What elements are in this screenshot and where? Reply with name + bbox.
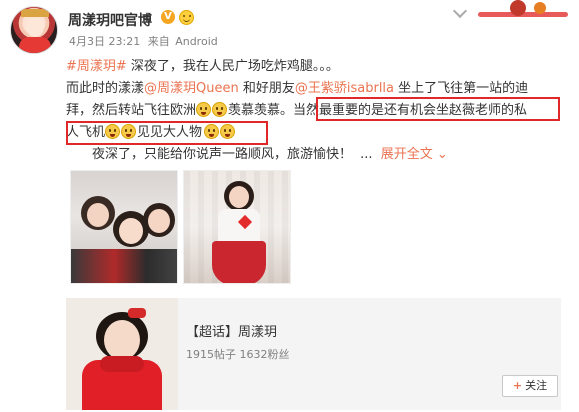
verified-badge-icon: V (161, 10, 175, 24)
emoji-icon (212, 102, 228, 117)
hashtag-link[interactable]: #周漾玥# (66, 59, 127, 74)
card-thumbnail[interactable] (66, 298, 178, 410)
highlight-box (66, 121, 268, 145)
expand-chevron-icon: ⌄ (436, 147, 448, 162)
source-prefix: 来自 (147, 35, 170, 48)
avatar-body (19, 37, 51, 53)
avatar-face (26, 17, 44, 37)
header-decoration (470, 0, 570, 22)
super-topic-card[interactable]: 【超话】周漾玥 1915帖子 1632粉丝 + 关注 (66, 298, 561, 410)
post-meta: 4月3日 23:21 来自 Android (69, 33, 218, 49)
post-line-1: 深夜了，我在人民广场吃炸鸡腿。。。 (126, 59, 339, 74)
card-title[interactable]: 【超话】周漾玥 (186, 321, 277, 340)
ellipsis: ... (360, 147, 373, 162)
post-source[interactable]: Android (175, 35, 218, 48)
avatar[interactable] (10, 6, 58, 54)
post-line-3a: 拜，然后转站飞往欧洲 (66, 103, 197, 118)
avatar-crown (21, 9, 49, 17)
expand-full-text-link[interactable]: 展开全文 ⌄ (381, 147, 448, 162)
post-time[interactable]: 4月3日 23:21 (69, 35, 140, 48)
follow-label: 关注 (525, 379, 548, 392)
username[interactable]: 周漾玥吧官博 (68, 10, 152, 30)
mention-link-1[interactable]: @周漾玥Queen (144, 81, 239, 96)
post-line-2b: 和好朋友 (238, 81, 295, 96)
smile-icon (179, 10, 194, 25)
post-line-2c: 坐上了飞往第一站的迪 (394, 81, 529, 96)
post-photo-2[interactable] (183, 170, 291, 284)
post-photo-1[interactable] (70, 170, 178, 284)
post-line-2a: 而此时的漾漾 (66, 81, 145, 96)
card-stats: 1915帖子 1632粉丝 (186, 348, 290, 361)
mention-link-2[interactable]: @王紫骄isabrlla (295, 81, 394, 96)
plus-icon: + (512, 379, 523, 392)
emoji-icon (196, 102, 212, 117)
follow-button[interactable]: + 关注 (502, 375, 558, 397)
chevron-down-icon[interactable] (452, 3, 468, 19)
highlight-box (316, 97, 560, 121)
post-line-3b: 羡慕羡慕。 (228, 103, 294, 118)
post-line-5: 夜深了，只能给你说声一路顺风，旅游愉快！ (92, 147, 353, 162)
